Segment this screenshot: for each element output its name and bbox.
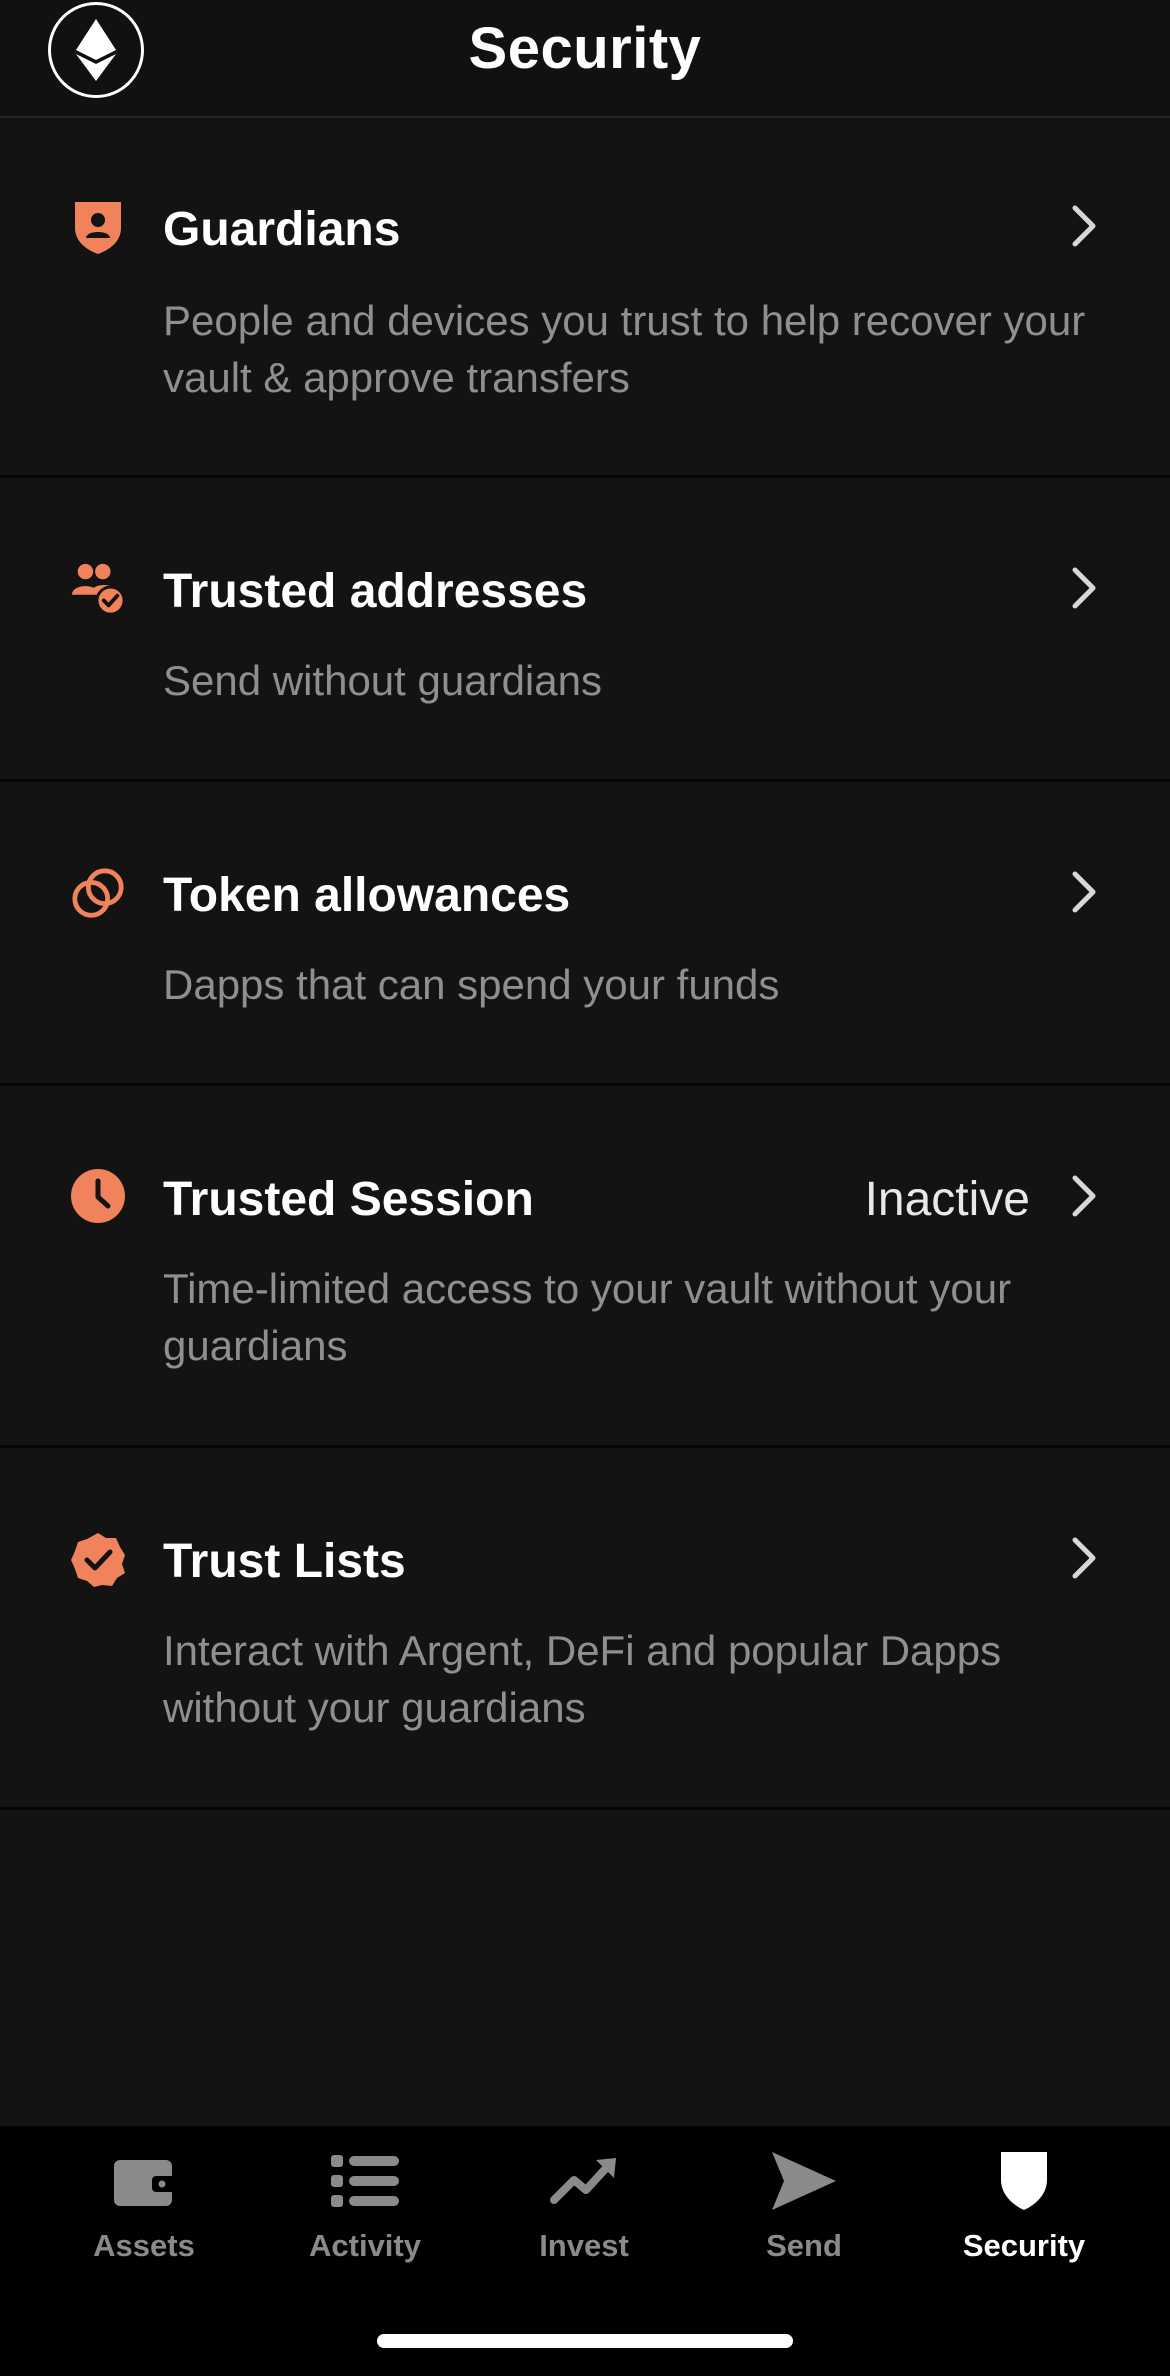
tab-label: Security xyxy=(962,2228,1086,2263)
top-header: Security xyxy=(0,0,1170,118)
chevron-right-icon xyxy=(1064,1534,1104,1582)
tab-invest[interactable]: Invest xyxy=(504,2146,664,2296)
chevron-right-icon xyxy=(1064,1172,1104,1220)
tab-label: Assets xyxy=(93,2228,195,2263)
page-title: Security xyxy=(468,16,702,81)
row-description: Time-limited access to your vault withou… xyxy=(163,1265,1012,1369)
home-indicator[interactable] xyxy=(377,2334,793,2348)
wallet-icon xyxy=(112,2146,176,2216)
row-trust-lists[interactable]: Trust Lists Interact with Argent, DeFi a… xyxy=(0,1448,1170,1810)
chevron-right-icon xyxy=(1064,202,1104,250)
tab-send[interactable]: Send xyxy=(724,2146,884,2296)
row-title: Token allowances xyxy=(163,869,571,922)
tab-label: Activity xyxy=(309,2228,421,2263)
tab-label: Invest xyxy=(539,2228,629,2263)
row-description: Interact with Argent, DeFi and popular D… xyxy=(163,1627,1002,1731)
row-trusted-session[interactable]: Trusted Session Inactive Time-limited ac… xyxy=(0,1086,1170,1448)
shield-icon xyxy=(999,2146,1049,2216)
users-check-icon xyxy=(70,560,126,616)
row-description: Dapps that can spend your funds xyxy=(163,961,780,1008)
row-description: Send without guardians xyxy=(163,657,602,704)
tab-security[interactable]: Security xyxy=(944,2146,1104,2296)
row-title: Trusted addresses xyxy=(163,565,588,618)
clock-icon xyxy=(70,1168,126,1224)
send-icon xyxy=(770,2146,838,2216)
row-token-allowances[interactable]: Token allowances Dapps that can spend yo… xyxy=(0,782,1170,1086)
badge-check-icon xyxy=(70,1532,126,1588)
row-description: People and devices you trust to help rec… xyxy=(163,297,1086,401)
tab-label: Send xyxy=(766,2228,842,2263)
row-trusted-addresses[interactable]: Trusted addresses Send without guardians xyxy=(0,478,1170,782)
link-icon xyxy=(70,866,126,922)
session-status: Inactive xyxy=(864,1173,1030,1226)
row-guardians[interactable]: Guardians People and devices you trust t… xyxy=(0,120,1170,478)
list-icon xyxy=(331,2146,399,2216)
chevron-right-icon xyxy=(1064,564,1104,612)
chevron-right-icon xyxy=(1064,868,1104,916)
trending-up-icon xyxy=(550,2146,618,2216)
shield-person-icon xyxy=(70,198,126,254)
tab-assets[interactable]: Assets xyxy=(64,2146,224,2296)
tab-activity[interactable]: Activity xyxy=(285,2146,445,2296)
row-title: Trust Lists xyxy=(163,1535,406,1588)
security-screen: Security Guardians People and devices yo… xyxy=(0,0,1170,2376)
row-title: Guardians xyxy=(163,203,401,256)
row-title: Trusted Session xyxy=(163,1173,534,1226)
